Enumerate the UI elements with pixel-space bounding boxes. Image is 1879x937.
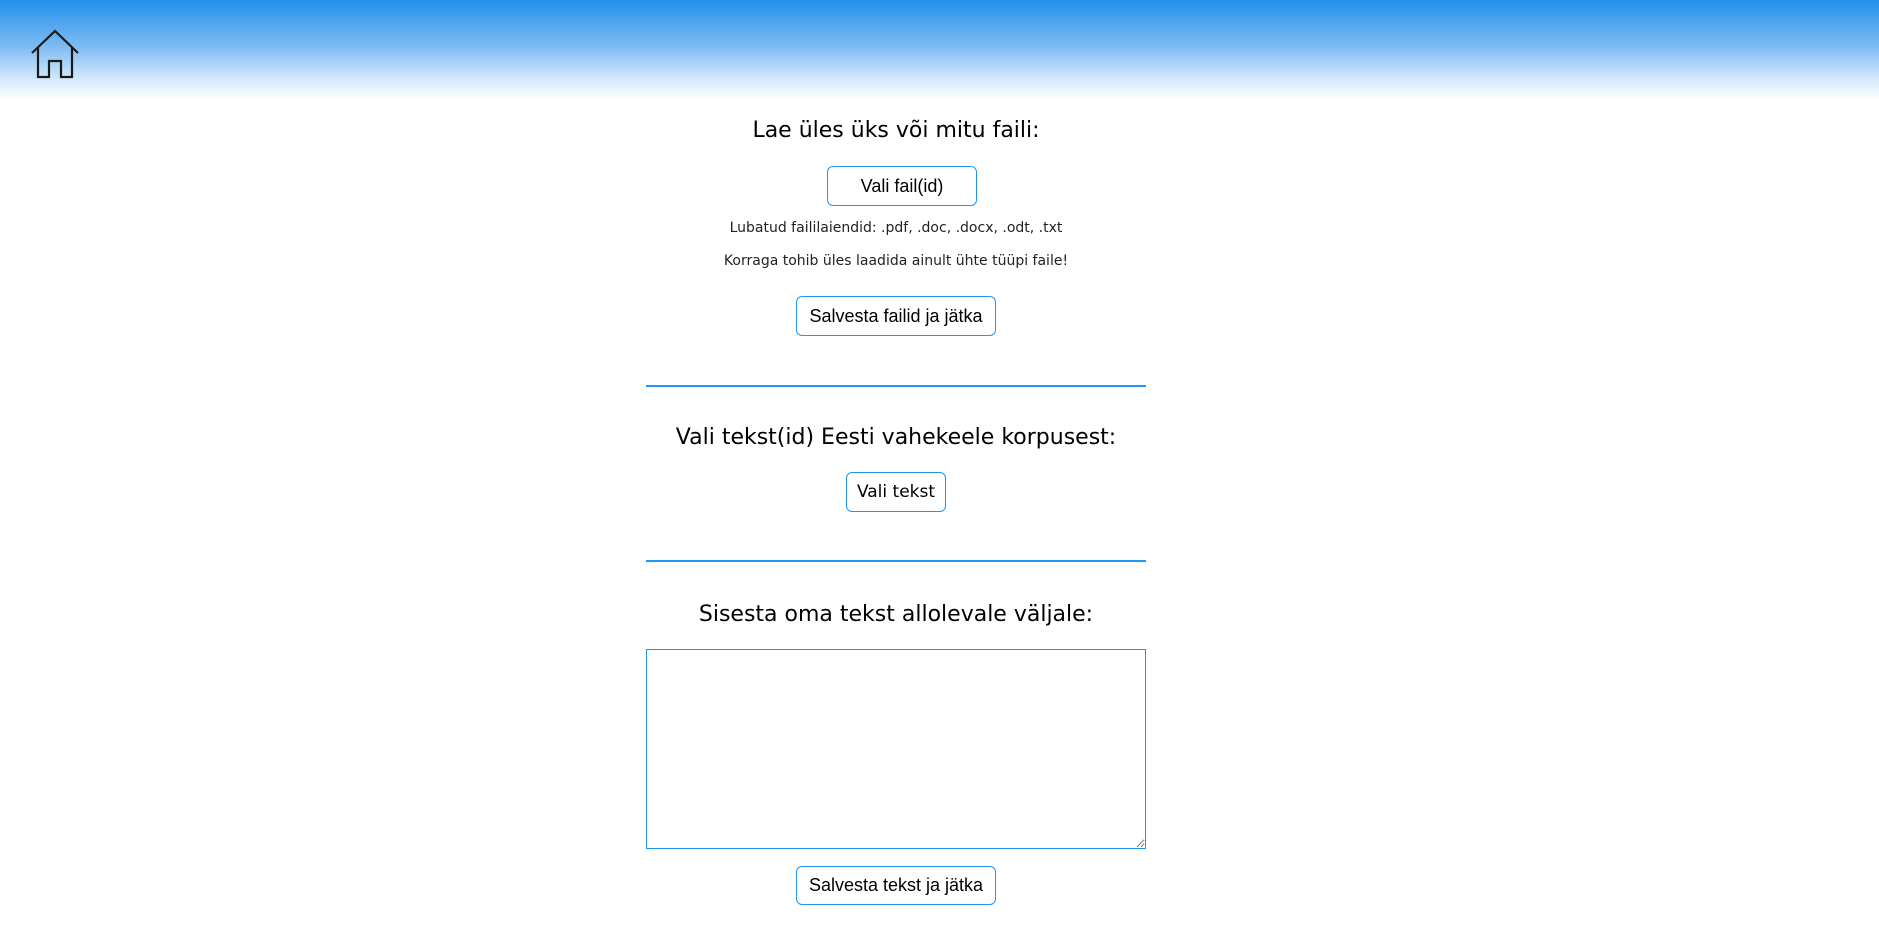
save-text-button[interactable]: Salvesta tekst ja jätka — [796, 866, 996, 905]
home-icon — [31, 29, 79, 79]
single-type-note: Korraga tohib üles laadida ainult ühte t… — [723, 253, 1069, 269]
header-bar — [0, 0, 1879, 100]
upload-heading: Lae üles üks või mitu faili: — [752, 118, 1040, 143]
section-divider — [646, 385, 1146, 387]
choose-files-button[interactable]: Vali fail(id) — [827, 166, 977, 206]
text-input-field[interactable] — [646, 649, 1146, 849]
text-input-heading: Sisesta oma tekst allolevale väljale: — [698, 602, 1094, 627]
allowed-extensions-text: Lubatud faililaiendid: .pdf, .doc, .docx… — [729, 220, 1063, 236]
save-files-button[interactable]: Salvesta failid ja jätka — [796, 296, 996, 336]
home-button[interactable] — [28, 27, 82, 81]
section-divider — [646, 560, 1146, 562]
corpus-heading: Vali tekst(id) Eesti vahekeele korpusest… — [675, 425, 1117, 450]
choose-text-button[interactable]: Vali tekst — [846, 472, 946, 512]
